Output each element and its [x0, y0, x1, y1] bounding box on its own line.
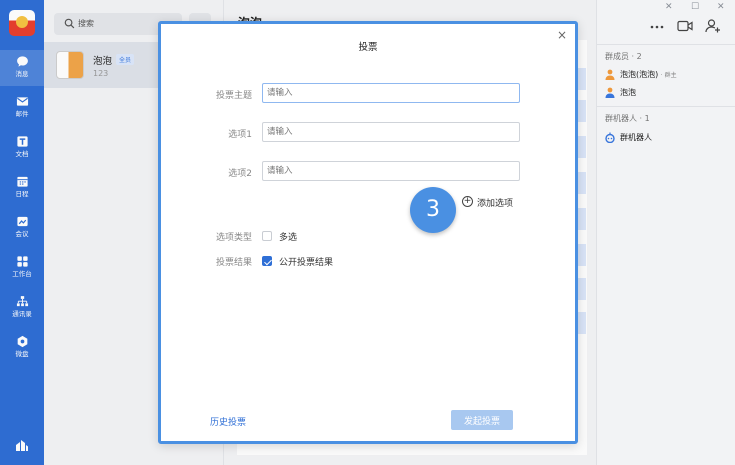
multi-select-checkbox[interactable]	[262, 231, 272, 241]
close-icon[interactable]: ×	[557, 28, 567, 42]
result-label: 投票结果	[215, 258, 252, 268]
vote-dialog: 投票 × 投票主题 选项1 选项2 3 + 添加选项 选项类型 多选 投票结果 …	[158, 21, 578, 444]
option2-label: 选项2	[228, 169, 252, 179]
public-result-label: 公开投票结果	[279, 258, 334, 268]
plus-icon: +	[462, 196, 473, 207]
start-vote-button[interactable]: 发起投票	[451, 410, 513, 430]
subject-label: 投票主题	[215, 91, 252, 101]
multi-select-label: 多选	[279, 233, 298, 243]
dialog-title: 投票	[358, 42, 378, 53]
option-type-label: 选项类型	[215, 233, 252, 243]
step-number-badge: 3	[410, 187, 456, 233]
option1-input[interactable]	[262, 122, 520, 142]
public-result-checkbox[interactable]	[262, 256, 272, 266]
history-vote-link[interactable]: 历史投票	[210, 415, 246, 428]
option2-input[interactable]	[262, 161, 520, 181]
add-option-label: 添加选项	[477, 199, 514, 209]
subject-input[interactable]	[262, 83, 520, 103]
option1-label: 选项1	[228, 130, 252, 140]
